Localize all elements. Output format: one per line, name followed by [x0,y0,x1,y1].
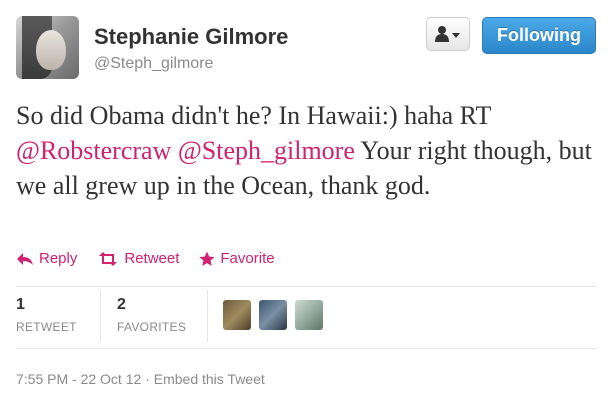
retweet-stat-label: RETWEET [16,320,77,334]
reply-icon [17,252,33,265]
retweet-stat[interactable]: 1 RETWEET [16,296,77,334]
favoriter-avatar[interactable] [223,300,251,330]
mention-steph-gilmore[interactable]: @Steph_gilmore [178,136,355,165]
reply-label: Reply [39,250,78,267]
retweet-action[interactable]: Retweet [97,250,179,267]
reply-action[interactable]: Reply [16,250,77,267]
tweet-text-part1: So did Obama didn't he? In Hawaii:) haha… [16,101,491,130]
favorites-stat[interactable]: 2 FAVORITES [117,296,186,334]
divider-bottom [16,348,596,349]
favoriter-avatar[interactable] [259,300,287,330]
following-button[interactable]: Following [482,17,596,54]
favoriters-avatars [223,300,323,330]
divider-top [16,286,596,287]
timestamp[interactable]: 7:55 PM - 22 Oct 12 [16,371,141,387]
retweet-label: Retweet [124,250,180,267]
favoriter-avatar[interactable] [295,300,323,330]
retweet-count: 1 [16,296,25,313]
avatar[interactable] [16,16,79,79]
embed-tweet-link[interactable]: Embed this Tweet [154,371,265,387]
tweet-actions: Reply Retweet Favorite [16,250,275,267]
favorite-action[interactable]: Favorite [199,250,275,267]
favorites-count: 2 [117,296,126,313]
user-handle[interactable]: @Steph_gilmore [94,55,213,73]
tweet-text: So did Obama didn't he? In Hawaii:) haha… [16,98,596,203]
favorites-stat-label: FAVORITES [117,320,187,334]
mention-robstercraw[interactable]: @Robstercraw [16,136,171,165]
user-name[interactable]: Stephanie Gilmore [94,24,288,50]
stat-separator [100,290,101,342]
caret-down-icon [452,33,460,38]
user-icon [435,26,460,42]
avatar-face [36,30,66,70]
user-actions-button[interactable] [426,17,470,51]
retweet-icon [99,251,118,266]
meta-separator: · [145,371,150,387]
tweet-meta: 7:55 PM - 22 Oct 12 · Embed this Tweet [16,371,265,387]
favorite-label: Favorite [220,250,275,267]
stat-separator-2 [207,290,208,342]
star-icon [199,251,215,266]
